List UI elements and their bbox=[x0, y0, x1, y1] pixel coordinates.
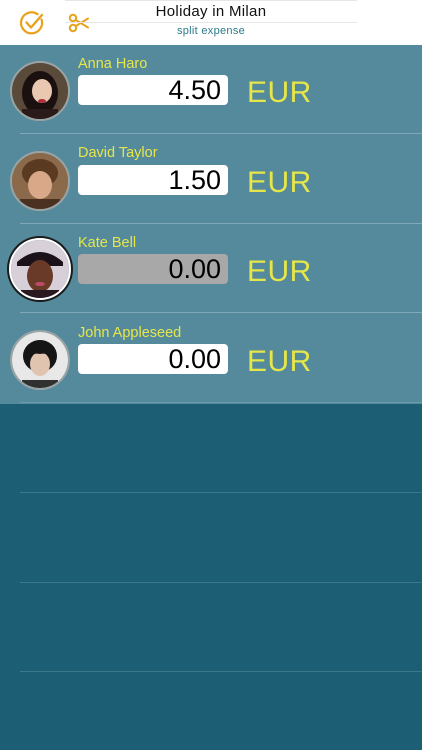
list-item: Anna Haro 4.50 EUR bbox=[0, 45, 422, 134]
title-area: Holiday in Milan split expense bbox=[65, 0, 357, 45]
avatar bbox=[10, 61, 70, 121]
nav-header: Holiday in Milan split expense bbox=[0, 0, 422, 45]
participant-name: Kate Bell bbox=[78, 235, 137, 251]
divider bbox=[20, 402, 422, 403]
avatar bbox=[10, 151, 70, 211]
confirm-button[interactable] bbox=[16, 7, 48, 39]
divider bbox=[65, 0, 357, 1]
divider bbox=[20, 492, 422, 493]
avatar bbox=[9, 238, 71, 300]
divider bbox=[20, 312, 422, 313]
list-item: John Appleseed 0.00 EUR bbox=[0, 314, 422, 403]
list-item: David Taylor 1.50 EUR bbox=[0, 135, 422, 224]
divider bbox=[20, 133, 422, 134]
check-circle-icon bbox=[20, 11, 44, 35]
currency-label[interactable]: EUR bbox=[247, 166, 312, 200]
page-title: Holiday in Milan bbox=[155, 3, 267, 20]
divider bbox=[65, 22, 357, 23]
divider bbox=[20, 582, 422, 583]
amount-field[interactable]: 4.50 bbox=[78, 75, 228, 105]
amount-field[interactable]: 0.00 bbox=[78, 344, 228, 374]
participant-name: John Appleseed bbox=[78, 325, 182, 341]
currency-label[interactable]: EUR bbox=[247, 255, 312, 289]
participant-name: Anna Haro bbox=[78, 56, 148, 72]
page-subtitle: split expense bbox=[176, 25, 246, 37]
avatar bbox=[10, 330, 70, 390]
participant-list: Anna Haro 4.50 EUR David Taylor 1.50 EUR bbox=[0, 45, 422, 404]
currency-label[interactable]: EUR bbox=[247, 76, 312, 110]
currency-label[interactable]: EUR bbox=[247, 345, 312, 379]
amount-field[interactable]: 0.00 bbox=[78, 254, 228, 284]
amount-field[interactable]: 1.50 bbox=[78, 165, 228, 195]
divider bbox=[20, 671, 422, 672]
participant-name: David Taylor bbox=[78, 145, 158, 161]
list-item: Kate Bell 0.00 EUR bbox=[0, 224, 422, 313]
